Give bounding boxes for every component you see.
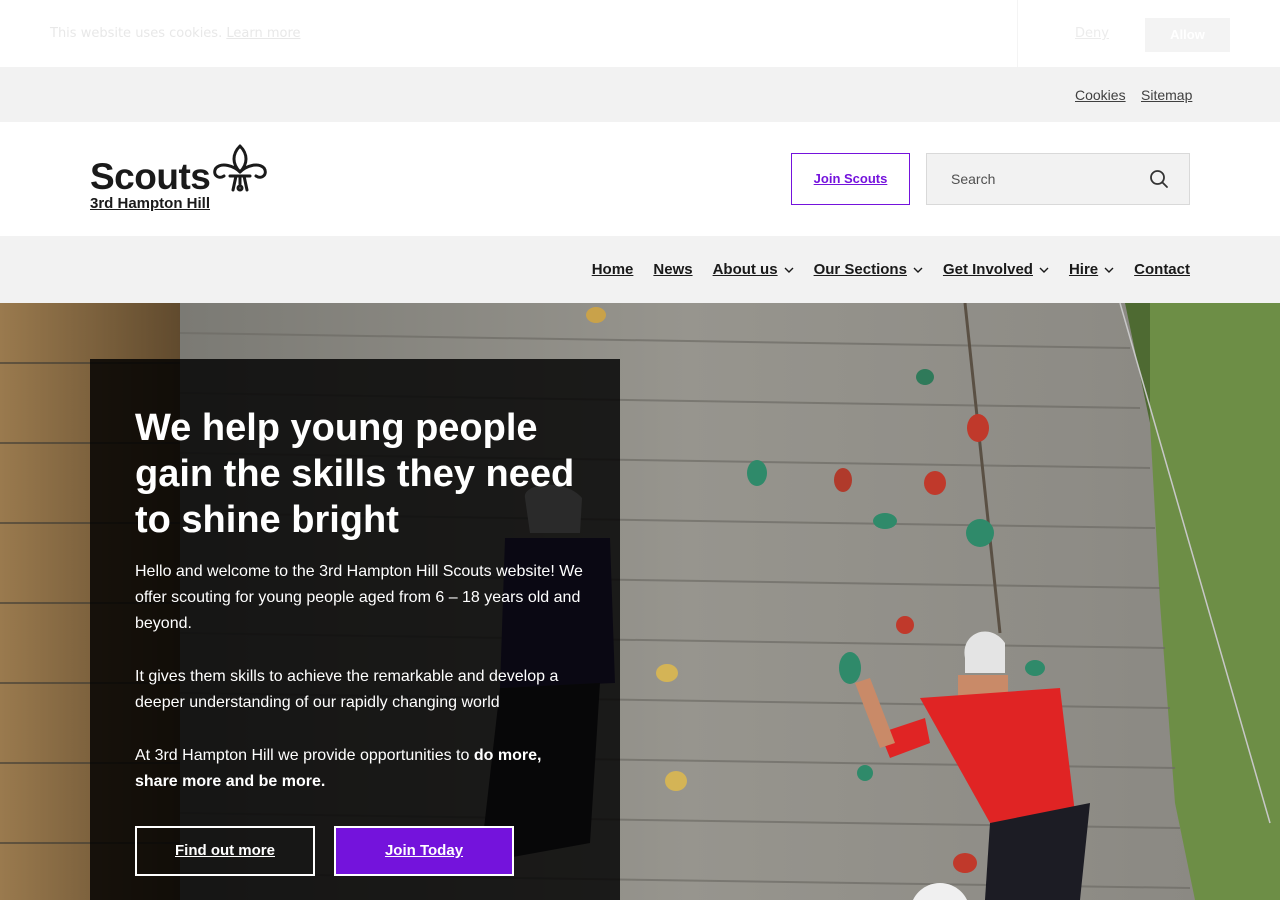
nav-item-hire[interactable]: Hire xyxy=(1069,261,1114,278)
nav-label: News xyxy=(653,261,693,278)
nav-item-contact[interactable]: Contact xyxy=(1134,261,1190,278)
cookie-message-text: This website uses cookies. xyxy=(50,26,223,41)
chevron-down-icon xyxy=(1039,267,1049,273)
nav-item-home[interactable]: Home xyxy=(592,261,634,278)
hero-opportunities-paragraph: At 3rd Hampton Hill we provide opportuni… xyxy=(135,743,585,795)
main-nav: Home News About us Our Sections Get Invo… xyxy=(0,236,1280,303)
nav-item-about-us[interactable]: About us xyxy=(713,261,794,278)
cookie-divider xyxy=(1017,0,1018,67)
group-name-link[interactable]: 3rd Hampton Hill xyxy=(90,195,210,212)
nav-label: Hire xyxy=(1068,261,1099,278)
join-today-button[interactable]: Join Today xyxy=(334,826,514,876)
site-header: Scouts 3rd Hampton Hill Join Scouts xyxy=(0,122,1280,236)
hero-intro-paragraph: Hello and welcome to the 3rd Hampton Hil… xyxy=(135,563,583,632)
nav-item-news[interactable]: News xyxy=(653,261,692,278)
hero-skills-paragraph: It gives them skills to achieve the rema… xyxy=(135,668,559,711)
hero-opportunities-text: At 3rd Hampton Hill we provide opportuni… xyxy=(135,747,474,764)
search-input[interactable] xyxy=(927,154,1137,204)
chevron-down-icon xyxy=(1104,267,1114,273)
find-out-more-button[interactable]: Find out more xyxy=(135,826,315,876)
utility-bar: Cookies Sitemap xyxy=(0,67,1280,122)
cookie-message: This website uses cookies. Learn more xyxy=(50,26,301,41)
cookie-deny-button[interactable]: Deny xyxy=(1075,26,1109,41)
nav-label: Get Involved xyxy=(942,261,1033,278)
cookie-banner: This website uses cookies. Learn more De… xyxy=(0,0,1280,67)
nav-label: Our Sections xyxy=(813,261,907,278)
cookies-link[interactable]: Cookies xyxy=(1075,87,1126,103)
nav-label: Contact xyxy=(1134,261,1190,278)
nav-label: Home xyxy=(591,261,634,278)
nav-list: Home News About us Our Sections Get Invo… xyxy=(592,236,1190,303)
sitemap-link[interactable]: Sitemap xyxy=(1141,87,1192,103)
cookie-allow-button[interactable]: Allow xyxy=(1145,18,1230,52)
nav-item-our-sections[interactable]: Our Sections xyxy=(814,261,923,278)
cookie-learn-more-link[interactable]: Learn more xyxy=(226,26,300,41)
fleur-de-lis-icon xyxy=(213,144,267,192)
hero-section: We help young people gain the skills the… xyxy=(0,303,1280,900)
search-box xyxy=(926,153,1190,205)
hero-text-panel: We help young people gain the skills the… xyxy=(90,359,620,900)
nav-item-get-involved[interactable]: Get Involved xyxy=(943,261,1049,278)
chevron-down-icon xyxy=(913,267,923,273)
hero-title: We help young people gain the skills the… xyxy=(135,407,575,541)
chevron-down-icon xyxy=(784,267,794,273)
search-icon[interactable] xyxy=(1149,169,1169,189)
scouts-logo-text[interactable]: Scouts xyxy=(90,156,211,198)
join-scouts-button[interactable]: Join Scouts xyxy=(791,153,910,205)
nav-label: About us xyxy=(712,261,778,278)
